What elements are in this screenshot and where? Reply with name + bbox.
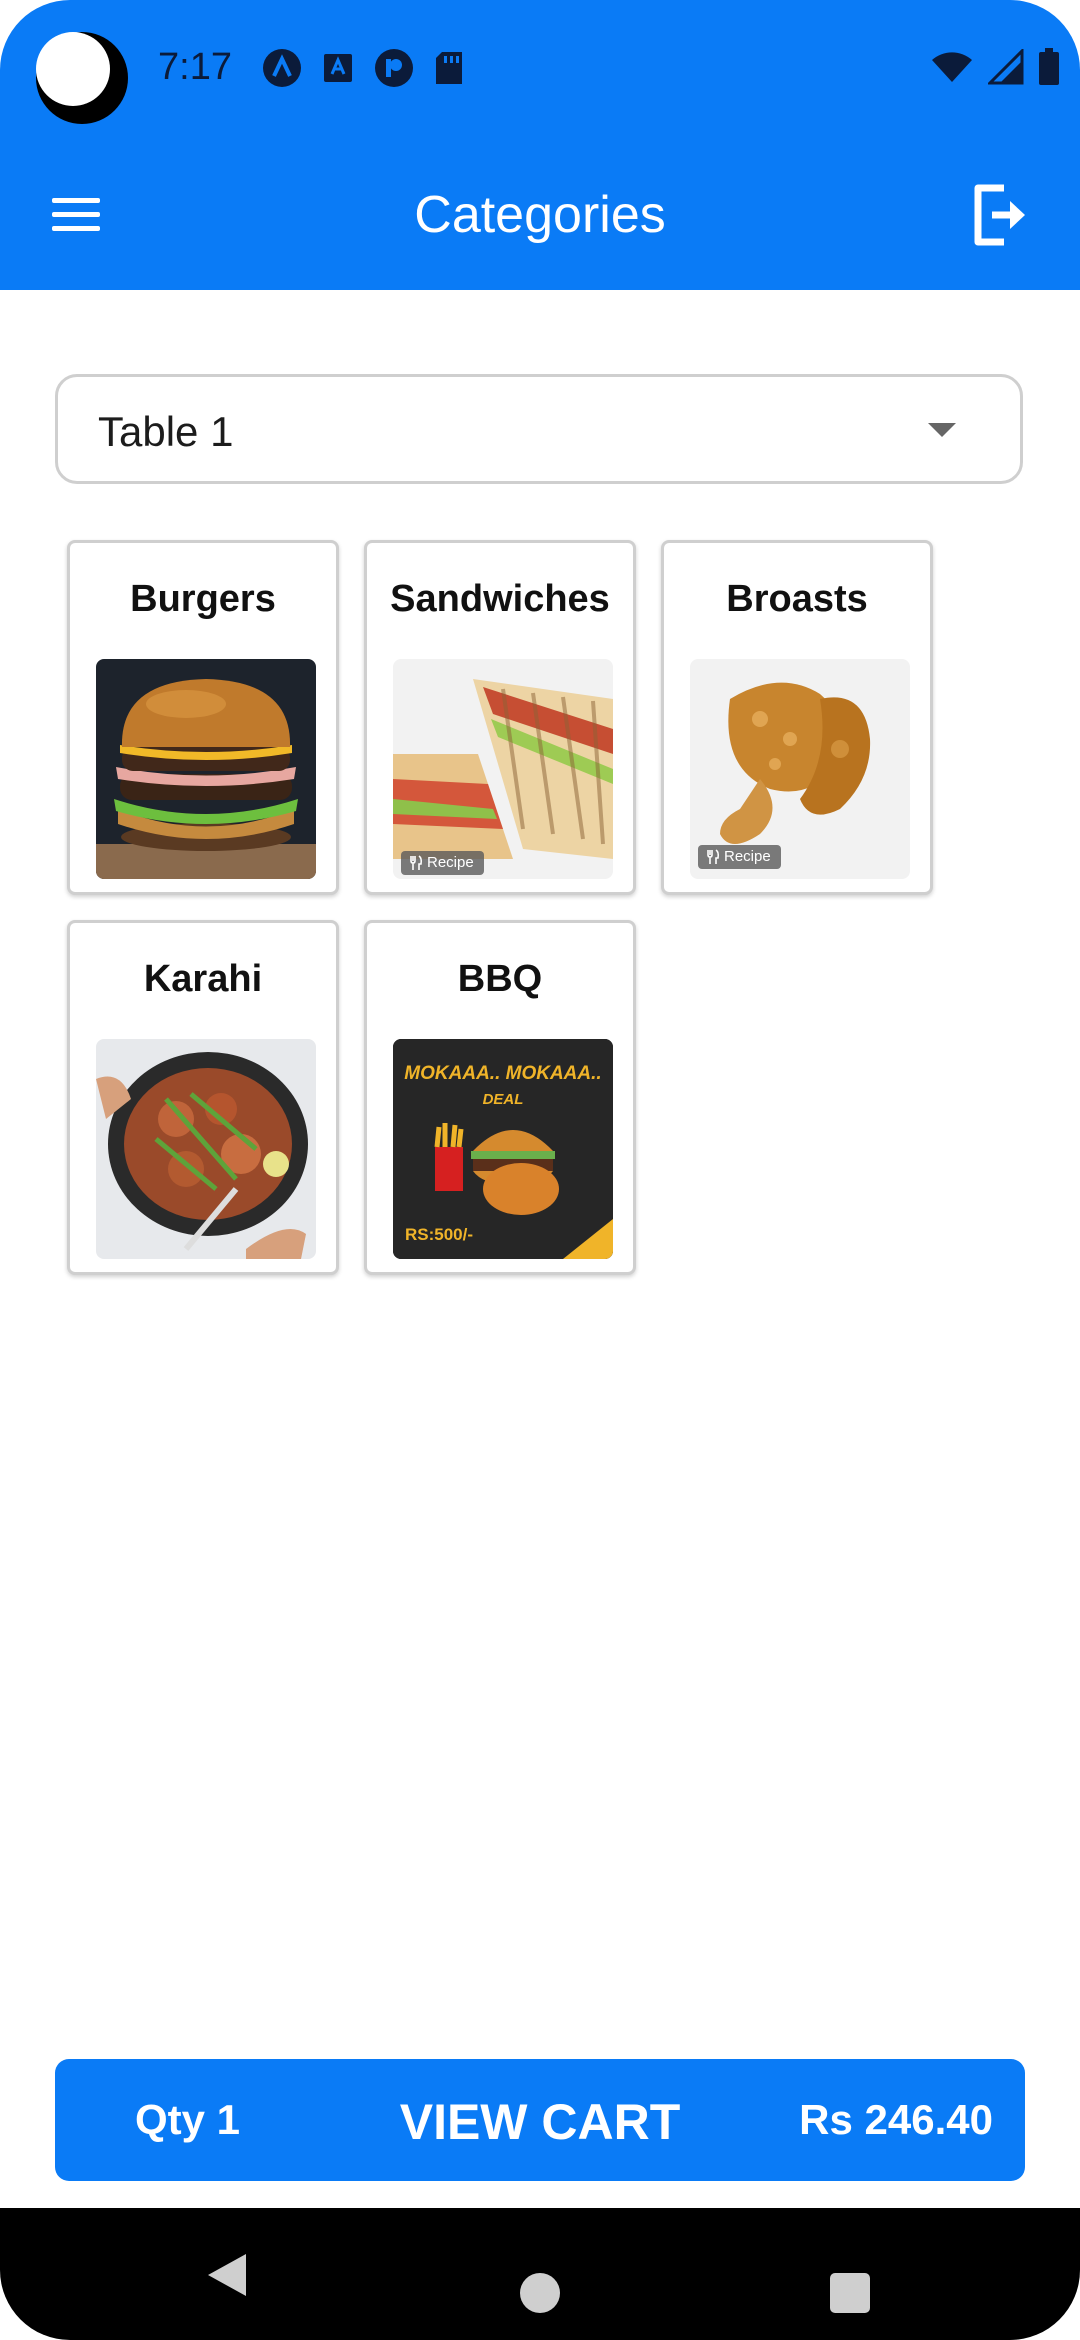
home-circle-icon[interactable] — [520, 2273, 560, 2313]
status-time: 7:17 — [158, 46, 232, 88]
broast-image: Recipe — [690, 659, 910, 879]
bbq-promo-headline: MOKAAA.. MOKAAA.. — [404, 1063, 602, 1084]
back-triangle-icon[interactable] — [206, 2252, 248, 2298]
sd-card-icon — [436, 52, 462, 84]
recipe-tag-label: Recipe — [427, 854, 474, 871]
category-title: BBQ — [457, 958, 543, 1000]
category-title: Sandwiches — [390, 578, 610, 620]
table-select[interactable]: Table 1 — [55, 374, 1023, 484]
recents-square-icon[interactable] — [830, 2273, 870, 2313]
sandwich-image: Recipe — [393, 659, 613, 879]
logout-icon[interactable] — [970, 182, 1032, 248]
status-system-icons — [930, 48, 1060, 86]
status-notification-icons — [262, 48, 464, 88]
cart-total: Rs 246.40 — [799, 2096, 993, 2143]
recipe-tag-label: Recipe — [724, 848, 771, 865]
wifi-icon — [932, 52, 972, 82]
category-card-sandwiches[interactable]: Sandwiches Recipe — [364, 540, 636, 895]
signal-icon — [988, 49, 1024, 85]
camera-lens — [36, 32, 110, 106]
view-cart-button[interactable]: Qty 1 VIEW CART Rs 246.40 — [55, 2059, 1025, 2181]
phone-screen: 7:17 Categories Table 1 Burgers Sandwich… — [0, 0, 1080, 2340]
table-select-value: Table 1 — [98, 408, 234, 455]
dropdown-arrow-icon — [928, 423, 956, 437]
recipe-tag: Recipe — [698, 845, 781, 869]
system-nav-bar — [0, 2208, 1080, 2340]
utensils-icon — [707, 849, 720, 864]
category-card-burgers[interactable]: Burgers — [67, 540, 339, 895]
category-title: Karahi — [143, 958, 263, 1000]
bbq-promo-subheadline: DEAL — [482, 1091, 524, 1108]
page-title: Categories — [414, 186, 666, 244]
category-title: Burgers — [130, 578, 276, 620]
battery-icon — [1039, 48, 1059, 85]
recipe-tag: Recipe — [401, 851, 484, 875]
category-title: Broasts — [726, 578, 868, 620]
burger-image — [96, 659, 316, 879]
category-card-bbq[interactable]: BBQ MOKAAA.. MOKAAA.. DEAL RS:500/- — [364, 920, 636, 1275]
bbq-promo-image: MOKAAA.. MOKAAA.. DEAL RS:500/- — [393, 1039, 613, 1259]
category-card-karahi[interactable]: Karahi — [67, 920, 339, 1275]
text-a-icon — [324, 54, 352, 82]
category-card-broasts[interactable]: Broasts Recipe — [661, 540, 933, 895]
p-badge-icon — [375, 49, 413, 87]
utensils-icon — [410, 855, 423, 870]
app-a-icon — [263, 49, 301, 87]
app-header: 7:17 Categories — [0, 0, 1080, 290]
bbq-promo-price: RS:500/- — [405, 1225, 474, 1244]
karahi-image — [96, 1039, 316, 1259]
